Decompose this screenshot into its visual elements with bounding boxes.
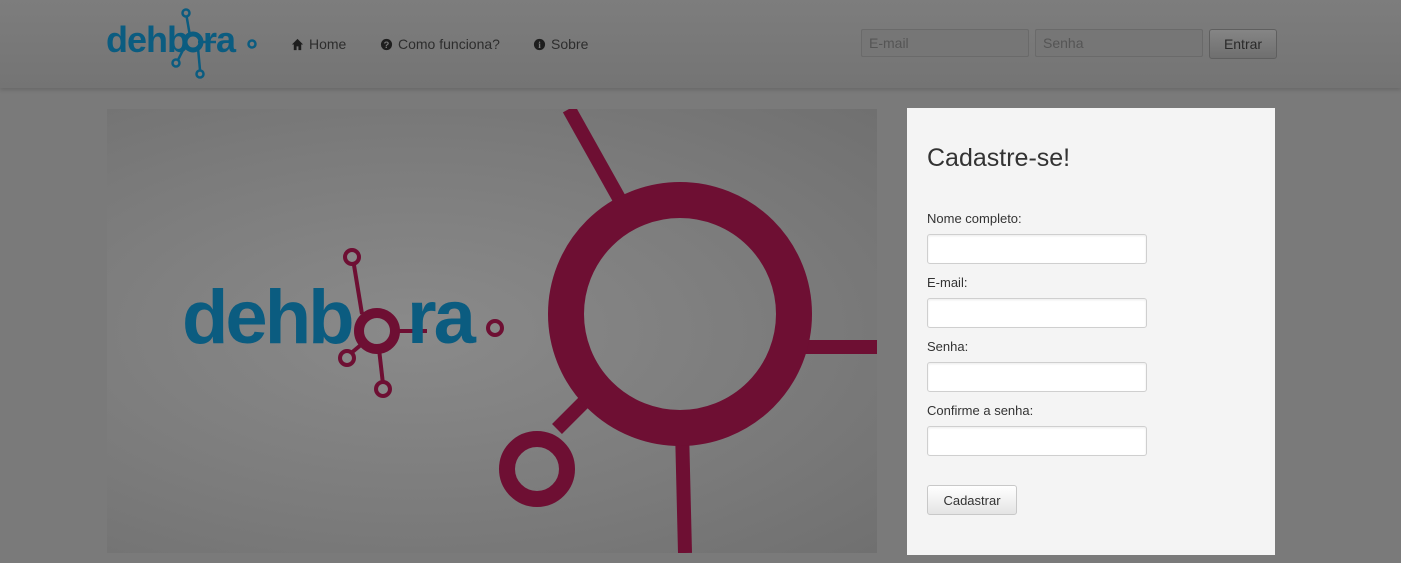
svg-text:i: i — [538, 40, 541, 50]
nav-home[interactable]: Home — [291, 35, 346, 53]
full-name-input[interactable] — [927, 234, 1147, 264]
home-icon — [291, 38, 304, 50]
login-email-input[interactable] — [861, 29, 1029, 57]
svg-text:ra: ra — [203, 19, 237, 60]
nav-home-label: Home — [309, 36, 347, 52]
svg-text:ra: ra — [407, 275, 477, 360]
nav-about-label: Sobre — [551, 36, 589, 52]
confirm-password-label: Confirme a senha: — [927, 403, 1034, 418]
nav-how-it-works-label: Como funciona? — [398, 36, 500, 52]
full-name-label: Nome completo: — [927, 211, 1022, 226]
hero-image: dehb ra — [107, 109, 877, 553]
nav-how-it-works[interactable]: ? Como funciona? — [380, 35, 500, 53]
nav-about[interactable]: i Sobre — [533, 35, 588, 53]
login-password-input[interactable] — [1035, 29, 1203, 57]
email-label: E-mail: — [927, 275, 968, 290]
login-button[interactable]: Entrar — [1209, 29, 1277, 59]
navbar: dehb ra Home ? Como funciona? i Sobre En… — [0, 0, 1401, 88]
svg-text:dehb: dehb — [106, 19, 188, 60]
password-label: Senha: — [927, 339, 969, 354]
question-icon: ? — [380, 38, 393, 50]
signup-panel: Cadastre-se! Nome completo: E-mail: Senh… — [907, 108, 1275, 555]
signup-title: Cadastre-se! — [927, 144, 1071, 172]
svg-text:?: ? — [384, 39, 390, 49]
confirm-password-input[interactable] — [927, 426, 1147, 456]
brand-logo[interactable]: dehb ra — [106, 8, 258, 80]
info-icon: i — [533, 38, 546, 50]
password-input[interactable] — [927, 362, 1147, 392]
email-input[interactable] — [927, 298, 1147, 328]
signup-button[interactable]: Cadastrar — [927, 485, 1017, 515]
svg-text:dehb: dehb — [182, 275, 352, 360]
